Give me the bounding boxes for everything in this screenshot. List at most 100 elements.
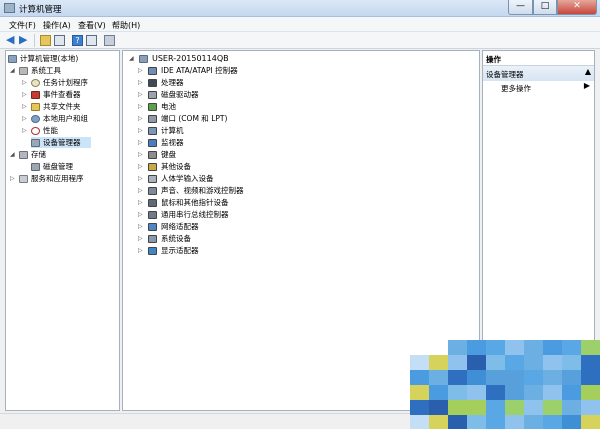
expand-arrow-icon[interactable]: ▷ [138, 197, 143, 208]
toolbar: ◀ ▶ ? [0, 32, 600, 49]
title-bar[interactable]: 计算机管理 — □ ✕ [0, 0, 600, 17]
back-arrow-icon[interactable]: ◀ [6, 34, 17, 46]
expand-arrow-icon[interactable]: ▷ [138, 221, 143, 232]
expand-arrow-icon[interactable]: ▷ [138, 89, 143, 100]
mosaic-tile [429, 415, 448, 429]
mosaic-tile [467, 355, 486, 370]
mosaic-tile [486, 370, 505, 385]
maximize-button[interactable]: □ [533, 0, 557, 15]
menu-help[interactable]: 帮助(H) [112, 20, 140, 31]
close-button[interactable]: ✕ [557, 0, 597, 15]
mosaic-tile [429, 385, 448, 400]
expand-arrow-icon[interactable]: ▷ [10, 173, 15, 184]
mosaic-tile [410, 385, 429, 400]
tree-item-device-manager[interactable]: 设备管理器 [31, 137, 91, 148]
device-category-label: 其他设备 [161, 162, 191, 171]
event-viewer-icon [31, 91, 40, 99]
expand-arrow-icon[interactable]: ▷ [138, 149, 143, 160]
mosaic-tile [562, 400, 581, 415]
show-hide-console-tree-icon[interactable] [54, 35, 65, 46]
toolbar-separator [34, 34, 35, 47]
menu-file[interactable]: 文件(F) [9, 20, 36, 31]
mosaic-tile [562, 415, 581, 429]
mosaic-tile [581, 370, 600, 385]
minimize-button[interactable]: — [508, 0, 533, 15]
mosaic-tile [448, 415, 467, 429]
expand-arrow-icon[interactable]: ▷ [138, 185, 143, 196]
mosaic-tile [505, 385, 524, 400]
expand-arrow-icon[interactable]: ▷ [22, 125, 27, 136]
device-category-label: 磁盘驱动器 [161, 90, 199, 99]
mosaic-tile [410, 370, 429, 385]
mosaic-tile [486, 355, 505, 370]
mosaic-tile [524, 355, 543, 370]
device-category-label: IDE ATA/ATAPI 控制器 [161, 66, 238, 75]
mosaic-tile [448, 355, 467, 370]
users-icon [31, 115, 40, 123]
device-category-label: 计算机 [161, 126, 184, 135]
mosaic-tile [581, 400, 600, 415]
expand-arrow-icon[interactable]: ▷ [138, 77, 143, 88]
more-actions-link[interactable]: 更多操作 [501, 83, 531, 94]
mosaic-tile [581, 355, 600, 370]
collapse-arrow-icon[interactable]: ◢ [10, 65, 15, 76]
expand-arrow-icon[interactable]: ▷ [22, 101, 27, 112]
expand-arrow-icon[interactable]: ▷ [138, 233, 143, 244]
mosaic-tile [581, 415, 600, 429]
mosaic-tile [562, 340, 581, 355]
expand-arrow-icon[interactable]: ▷ [138, 137, 143, 148]
monitor-icon [148, 139, 157, 147]
tools-icon [19, 67, 28, 75]
menu-action[interactable]: 操作(A) [43, 20, 71, 31]
mosaic-tile [448, 370, 467, 385]
expand-arrow-icon[interactable]: ▷ [138, 125, 143, 136]
shared-folder-icon [31, 103, 40, 111]
mosaic-tile [467, 415, 486, 429]
collapse-arrow-icon[interactable]: ◢ [10, 149, 15, 160]
device-category-label: 系统设备 [161, 234, 191, 243]
device-category-label: 鼠标和其他指针设备 [161, 198, 229, 207]
port-icon [148, 115, 157, 123]
mosaic-tile [429, 370, 448, 385]
device-category-label: 处理器 [161, 78, 184, 87]
expand-arrow-icon[interactable]: ▷ [138, 173, 143, 184]
computer-management-window: 计算机管理 — □ ✕ 文件(F) 操作(A) 查看(V) 帮助(H) ◀ ▶ … [0, 0, 600, 429]
expand-arrow-icon[interactable]: ▷ [138, 101, 143, 112]
mosaic-tile [505, 340, 524, 355]
mosaic-tile [524, 415, 543, 429]
expand-arrow-icon[interactable]: ▷ [138, 209, 143, 220]
mosaic-tile [486, 415, 505, 429]
battery-icon [148, 103, 157, 111]
collapse-caret-icon[interactable]: ▲ [585, 67, 591, 76]
computer-icon [148, 127, 157, 135]
menu-view[interactable]: 查看(V) [78, 20, 106, 31]
mosaic-tile [410, 400, 429, 415]
system-devices-icon [148, 235, 157, 243]
performance-icon [31, 127, 40, 135]
processor-icon [148, 79, 157, 87]
collapse-arrow-icon[interactable]: ◢ [129, 53, 134, 64]
mosaic-tile [524, 385, 543, 400]
console-tree-pane[interactable]: 计算机管理(本地) ◢ 系统工具 ▷ 任务计划程序 ▷ 事件查看器 ▷ 共享文件… [5, 50, 120, 411]
scan-hardware-icon[interactable] [104, 35, 115, 46]
expand-arrow-icon[interactable]: ▷ [138, 245, 143, 256]
mosaic-tile [562, 355, 581, 370]
actions-section-device-manager[interactable]: 设备管理器 ▲ [483, 66, 594, 81]
expand-arrow-icon[interactable]: ▷ [22, 113, 27, 124]
submenu-arrow-icon[interactable]: ▶ [584, 81, 590, 90]
expand-arrow-icon[interactable]: ▷ [138, 113, 143, 124]
expand-arrow-icon[interactable]: ▷ [22, 89, 27, 100]
ide-controller-icon [148, 67, 157, 75]
expand-arrow-icon[interactable]: ▷ [22, 77, 27, 88]
expand-arrow-icon[interactable]: ▷ [138, 65, 143, 76]
properties-icon[interactable] [86, 35, 97, 46]
usb-icon [148, 211, 157, 219]
sound-icon [148, 187, 157, 195]
forward-arrow-icon[interactable]: ▶ [19, 34, 30, 46]
actions-section-label: 设备管理器 [486, 70, 524, 79]
expand-arrow-icon[interactable]: ▷ [138, 161, 143, 172]
help-icon[interactable]: ? [72, 35, 83, 46]
watermark-mosaic [410, 340, 600, 429]
up-folder-icon[interactable] [40, 35, 51, 46]
other-devices-icon [148, 163, 157, 171]
